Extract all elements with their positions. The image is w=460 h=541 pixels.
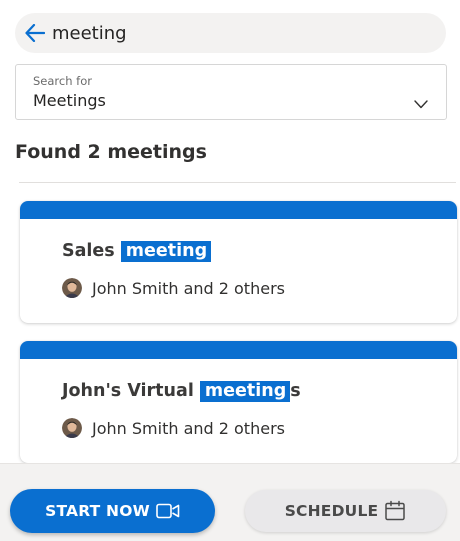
chevron-down-icon <box>414 94 428 113</box>
results-count-heading: Found 2 meetings <box>15 141 207 163</box>
arrow-left-icon[interactable] <box>23 21 47 45</box>
search-highlight: meeting <box>199 381 291 402</box>
divider <box>19 182 456 183</box>
search-query[interactable]: meeting <box>52 23 127 44</box>
avatar <box>62 418 82 438</box>
schedule-button[interactable]: SCHEDULE <box>245 490 446 532</box>
meeting-title: Sales meeting <box>62 241 212 262</box>
search-for-dropdown[interactable]: Search for Meetings <box>15 64 447 120</box>
title-suffix: s <box>290 381 301 401</box>
card-accent-bar <box>20 201 457 219</box>
dropdown-value: Meetings <box>33 91 106 110</box>
attendees-row: John Smith and 2 others <box>62 278 285 298</box>
search-highlight: meeting <box>120 241 212 262</box>
attendees-row: John Smith and 2 others <box>62 418 285 438</box>
avatar <box>62 278 82 298</box>
title-prefix: Sales <box>62 241 121 261</box>
action-bar: START NOW SCHEDULE <box>0 463 460 541</box>
dropdown-label: Search for <box>33 74 92 88</box>
attendees-text: John Smith and 2 others <box>92 418 285 438</box>
start-now-button[interactable]: START NOW <box>10 489 215 533</box>
start-now-label: START NOW <box>45 502 150 520</box>
meeting-title: John's Virtual meeting s <box>62 381 301 402</box>
title-prefix: John's Virtual <box>62 381 200 401</box>
schedule-label: SCHEDULE <box>284 502 379 520</box>
meeting-card[interactable]: John's Virtual meeting s John Smith and 2… <box>20 341 457 463</box>
search-results-page: meeting Search for Meetings Found 2 meet… <box>0 0 460 541</box>
attendees-text: John Smith and 2 others <box>92 278 285 298</box>
search-bar[interactable]: meeting <box>15 13 446 53</box>
video-camera-icon <box>156 503 180 519</box>
meeting-card[interactable]: Sales meeting John Smith and 2 others <box>20 201 457 323</box>
card-accent-bar <box>20 341 457 359</box>
calendar-icon <box>384 500 406 522</box>
